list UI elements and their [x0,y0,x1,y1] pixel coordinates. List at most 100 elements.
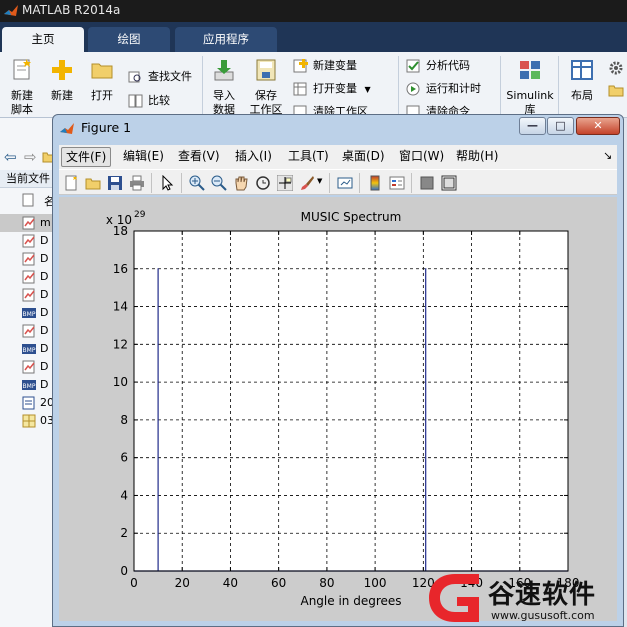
pointer-icon[interactable] [159,175,175,191]
menu-insert[interactable]: 插入(I) [231,147,276,167]
figure-menu-bar: 文件(F) 编辑(E) 查看(V) 插入(I) 工具(T) 桌面(D) 窗口(W… [59,145,617,169]
maximize-button[interactable]: □ [547,117,574,135]
x-tick-label: 20 [175,576,190,590]
new-script-icon [13,59,31,80]
show-plot-tools-icon[interactable] [441,175,457,191]
open-variable-button[interactable]: 打开变量 ▼ [293,80,371,98]
minimize-button[interactable]: — [519,117,546,135]
watermark-text: 谷速软件 [488,580,597,610]
run-and-time-icon [406,82,420,96]
open-variable-icon [293,82,307,96]
data-cursor-icon[interactable] [277,175,293,191]
chart-title: MUSIC Spectrum [301,210,402,224]
music-spectrum-plot[interactable]: 020406080100120140160180024681012141618M… [59,197,617,621]
forward-arrow-icon[interactable]: ⇨ [24,148,37,166]
m-file-icon [22,252,35,266]
dock-arrow-icon[interactable]: ↘ [603,149,612,162]
new-script-button[interactable]: 新建 脚本 [2,58,42,117]
figure-title: Figure 1 [81,120,132,135]
compare-label: 比较 [148,94,170,107]
maximize-icon: □ [555,119,566,132]
rotate-icon[interactable] [255,175,271,191]
tab-plots[interactable]: 绘图 [88,27,170,52]
y-tick-label: 4 [120,488,128,502]
new-variable-label: 新建变量 [313,59,357,72]
menu-edit[interactable]: 编辑(E) [119,147,168,167]
preferences-gear-icon[interactable] [608,60,624,76]
x-tick-label: 40 [223,576,238,590]
colorbar-icon[interactable] [367,175,383,191]
file-name: D [40,270,49,283]
y-tick-label: 8 [120,413,128,427]
file-name: m [40,216,51,229]
compare-icon [128,94,143,108]
file-name: D [40,234,49,247]
zoom-out-icon[interactable] [211,175,227,191]
import-data-button[interactable]: 导入 数据 [204,58,244,117]
y-tick-label: 14 [113,300,128,314]
pan-icon[interactable] [233,175,249,191]
run-and-time-button[interactable]: 运行和计时 [406,80,481,98]
brush-icon[interactable] [299,175,315,191]
layout-button[interactable]: 布局 [562,58,602,103]
layout-label: 布局 [571,89,593,102]
spectrum-peak-point [157,268,159,270]
m-file-icon [22,288,35,302]
new-variable-button[interactable]: 新建变量 [293,57,357,75]
save-icon[interactable] [107,175,123,191]
file-name: D [40,306,49,319]
save-workspace-button[interactable]: 保存 工作区 [246,58,286,117]
m-file-icon [22,234,35,248]
watermark-logo-icon [429,574,479,622]
simulink-library-button[interactable]: Simulink 库 [504,58,556,117]
brush-dropdown-icon[interactable]: ▼ [317,177,322,185]
zoom-in-icon[interactable] [189,175,205,191]
analyze-code-label: 分析代码 [426,59,470,72]
menu-file[interactable]: 文件(F) [61,147,112,167]
legend-icon[interactable] [389,175,405,191]
file-name: D [40,252,49,265]
menu-tools[interactable]: 工具(T) [284,147,333,167]
tab-home[interactable]: 主页 [2,27,84,52]
x-tick-label: 80 [319,576,334,590]
analyze-code-button[interactable]: 分析代码 [406,57,470,75]
matlab-titlebar: MATLAB R2014a [0,0,627,22]
y-tick-label: 0 [120,564,128,578]
tab-apps[interactable]: 应用程序 [175,27,277,52]
open-variable-dropdown-icon[interactable]: ▼ [365,85,371,94]
menu-desktop[interactable]: 桌面(D) [338,147,389,167]
y-tick-label: 6 [120,451,128,465]
close-button[interactable]: ✕ [576,117,620,135]
new-variable-icon [293,59,308,73]
m-file-icon [22,216,35,230]
hide-plot-tools-icon[interactable] [419,175,435,191]
back-arrow-icon[interactable]: ⇦ [4,148,17,166]
file-name: D [40,378,49,391]
m-file-icon [22,324,35,338]
open-icon[interactable] [85,175,101,191]
menu-help[interactable]: 帮助(H) [452,147,502,167]
m-file-icon [22,360,35,374]
toolbar-separator [359,173,360,193]
menu-window[interactable]: 窗口(W) [395,147,448,167]
link-icon[interactable] [337,175,353,191]
figure-canvas[interactable]: 020406080100120140160180024681012141618M… [59,197,617,621]
new-figure-icon[interactable] [63,175,79,191]
new-button[interactable]: 新建 [42,58,82,103]
open-button[interactable]: 打开 [82,58,122,103]
compare-button[interactable]: 比较 [128,92,170,110]
menu-view[interactable]: 查看(V) [174,147,224,167]
new-script-label-1: 新建 [11,89,33,102]
print-icon[interactable] [129,175,145,191]
simulink-icon [520,61,540,79]
bmp-file-icon: BMP [22,344,36,354]
find-files-icon [128,71,141,83]
ribbon-separator [202,56,203,114]
ribbon-separator [500,56,501,114]
set-path-folder-icon[interactable] [608,82,624,98]
y-tick-label: 10 [113,375,128,389]
import-data-label-1: 导入 [213,89,235,102]
find-files-button[interactable]: 查找文件 [128,68,192,86]
toolbar-separator [411,173,412,193]
run-and-time-label: 运行和计时 [426,82,481,95]
